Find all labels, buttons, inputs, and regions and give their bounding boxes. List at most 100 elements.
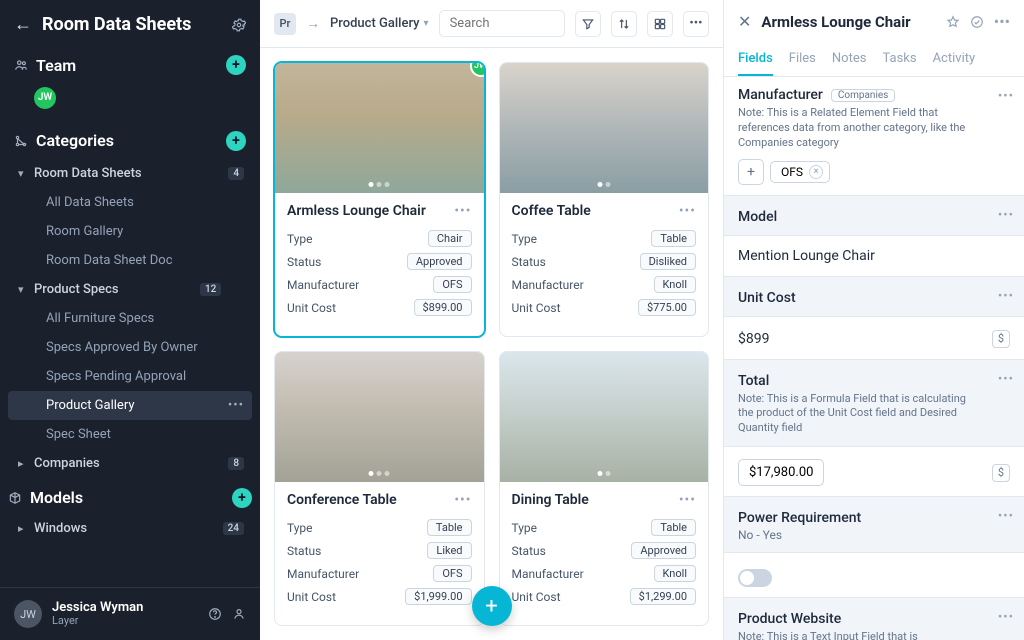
card-title: Dining Table <box>512 492 589 508</box>
gear-icon[interactable] <box>232 18 246 32</box>
field-website: Product Website Note: This is a Text Inp… <box>724 598 1024 640</box>
team-icon <box>14 58 28 72</box>
help-icon[interactable] <box>208 607 222 621</box>
tree-all-data-sheets[interactable]: All Data Sheets <box>8 188 252 217</box>
unitcost-value: $899 <box>738 329 769 349</box>
tree-specs-pending[interactable]: Specs Pending Approval <box>8 362 252 391</box>
profile-icon[interactable] <box>232 607 246 621</box>
details-more-icon[interactable]: ••• <box>994 12 1010 31</box>
spec-value: Knoll <box>654 565 696 582</box>
card-more-icon[interactable]: ••• <box>679 492 696 508</box>
category-tree: ▾ Room Data Sheets 4 All Data Sheets Roo… <box>0 157 260 588</box>
spec-value: OFS <box>433 276 471 293</box>
field-unitcost-value[interactable]: $899 $ <box>724 317 1024 360</box>
field-label: Product Website <box>738 611 841 627</box>
search-wrap <box>439 10 565 37</box>
field-more-icon[interactable]: ••• <box>998 289 1014 304</box>
add-model-button[interactable]: + <box>232 488 252 508</box>
remove-chip-icon[interactable]: × <box>809 165 823 179</box>
check-circle-icon[interactable] <box>970 15 984 29</box>
details-header: ✕ Armless Lounge Chair ••• <box>724 0 1024 43</box>
tree-companies[interactable]: ▸ Companies 8 <box>8 449 252 478</box>
footer-avatar[interactable]: JW <box>14 600 42 628</box>
card-title: Conference Table <box>287 492 397 508</box>
field-more-icon[interactable]: ••• <box>998 610 1014 625</box>
toolbar-more-icon[interactable]: ••• <box>683 11 709 37</box>
add-item-fab[interactable]: + <box>472 586 512 626</box>
tree-specs-approved[interactable]: Specs Approved By Owner <box>8 333 252 362</box>
spec-label: Type <box>512 521 538 535</box>
tree-count: 12 <box>200 283 221 296</box>
field-model-value[interactable]: Mention Lounge Chair <box>724 236 1024 277</box>
spec-value: Table <box>651 230 696 247</box>
spec-value: Approved <box>631 542 696 559</box>
tree-room-data-sheet-doc[interactable]: Room Data Sheet Doc <box>8 246 252 275</box>
spec-label: Status <box>287 544 321 558</box>
models-icon <box>8 491 22 505</box>
tree-room-gallery[interactable]: Room Gallery <box>8 217 252 246</box>
field-more-icon[interactable]: ••• <box>998 372 1014 387</box>
add-category-button[interactable]: + <box>226 131 246 151</box>
tree-product-specs[interactable]: ▾ Product Specs 12 ••• <box>8 275 252 304</box>
tree-label: Product Specs <box>34 282 194 297</box>
tab-fields[interactable]: Fields <box>738 43 773 76</box>
tab-notes[interactable]: Notes <box>832 43 867 76</box>
star-icon[interactable] <box>946 15 960 29</box>
sort-icon[interactable] <box>611 11 637 37</box>
field-model-header: Model ••• <box>724 196 1024 236</box>
relation-chip[interactable]: OFS × <box>770 161 830 183</box>
card-image <box>500 63 709 193</box>
spec-value: Disliked <box>640 253 696 270</box>
models-section-header: Models + <box>8 478 252 514</box>
sidebar-header: ← Room Data Sheets <box>0 0 260 45</box>
spec-label: Type <box>287 232 313 246</box>
search-input[interactable] <box>439 10 565 37</box>
main-toolbar: Pr → Product Gallery ▾ ••• <box>260 0 723 48</box>
card-coffee-table[interactable]: Coffee Table ••• TypeTable StatusDislike… <box>499 62 710 337</box>
tree-windows[interactable]: ▸ Windows 24 <box>8 514 252 543</box>
tree-product-gallery[interactable]: Product Gallery ••• <box>8 391 252 420</box>
sidebar-footer: JW Jessica Wyman Layer <box>0 587 260 640</box>
field-more-icon[interactable]: ••• <box>998 89 1014 104</box>
tree-room-data-sheets[interactable]: ▾ Room Data Sheets 4 <box>8 159 252 188</box>
add-relation-button[interactable]: + <box>738 159 764 185</box>
team-avatar-row: JW <box>0 81 260 121</box>
filter-icon[interactable] <box>575 11 601 37</box>
models-label: Models <box>30 488 224 507</box>
breadcrumb-dropdown[interactable]: Product Gallery ▾ <box>330 16 429 31</box>
chevron-down-icon: ▾ <box>18 167 28 180</box>
card-armless-lounge-chair[interactable]: JW Armless Lounge Chair ••• TypeChair St… <box>274 62 485 337</box>
tab-files[interactable]: Files <box>789 43 816 76</box>
tab-tasks[interactable]: Tasks <box>882 43 916 76</box>
add-team-button[interactable]: + <box>226 55 246 75</box>
tree-spec-sheet[interactable]: Spec Sheet <box>8 420 252 449</box>
breadcrumb-current: Product Gallery <box>330 16 420 31</box>
field-label: Manufacturer <box>738 87 823 103</box>
tab-activity[interactable]: Activity <box>933 43 976 76</box>
spec-value: $1,999.00 <box>405 588 471 605</box>
field-more-icon[interactable]: ••• <box>998 208 1014 223</box>
currency-icon: $ <box>992 464 1010 482</box>
card-more-icon[interactable]: ••• <box>679 203 696 219</box>
spec-label: Status <box>512 544 546 558</box>
tree-label: Companies <box>34 456 222 471</box>
card-more-icon[interactable]: ••• <box>454 492 471 508</box>
view-icon[interactable] <box>647 11 673 37</box>
field-note: Note: This is a Formula Field that is ca… <box>738 392 1010 437</box>
power-toggle[interactable] <box>738 569 772 587</box>
field-note: Note: This is a Text Input Field that is… <box>738 630 1010 640</box>
breadcrumb-icon[interactable]: Pr <box>274 13 296 35</box>
close-icon[interactable]: ✕ <box>738 12 751 31</box>
card-conference-table[interactable]: Conference Table ••• TypeTable StatusLik… <box>274 351 485 626</box>
field-type-badge: Companies <box>831 89 895 102</box>
user-avatar[interactable]: JW <box>34 87 56 109</box>
spec-label: Unit Cost <box>287 301 336 315</box>
back-icon[interactable]: ← <box>14 14 32 35</box>
tree-all-furniture-specs[interactable]: All Furniture Specs <box>8 304 252 333</box>
field-total-value: $17,980.00 $ <box>724 447 1024 497</box>
card-dining-table[interactable]: Dining Table ••• TypeTable StatusApprove… <box>499 351 710 626</box>
card-more-icon[interactable]: ••• <box>454 203 471 219</box>
field-more-icon[interactable]: ••• <box>998 509 1014 524</box>
breadcrumb-arrow-icon: → <box>306 15 320 32</box>
tree-more-icon[interactable]: ••• <box>228 398 244 413</box>
